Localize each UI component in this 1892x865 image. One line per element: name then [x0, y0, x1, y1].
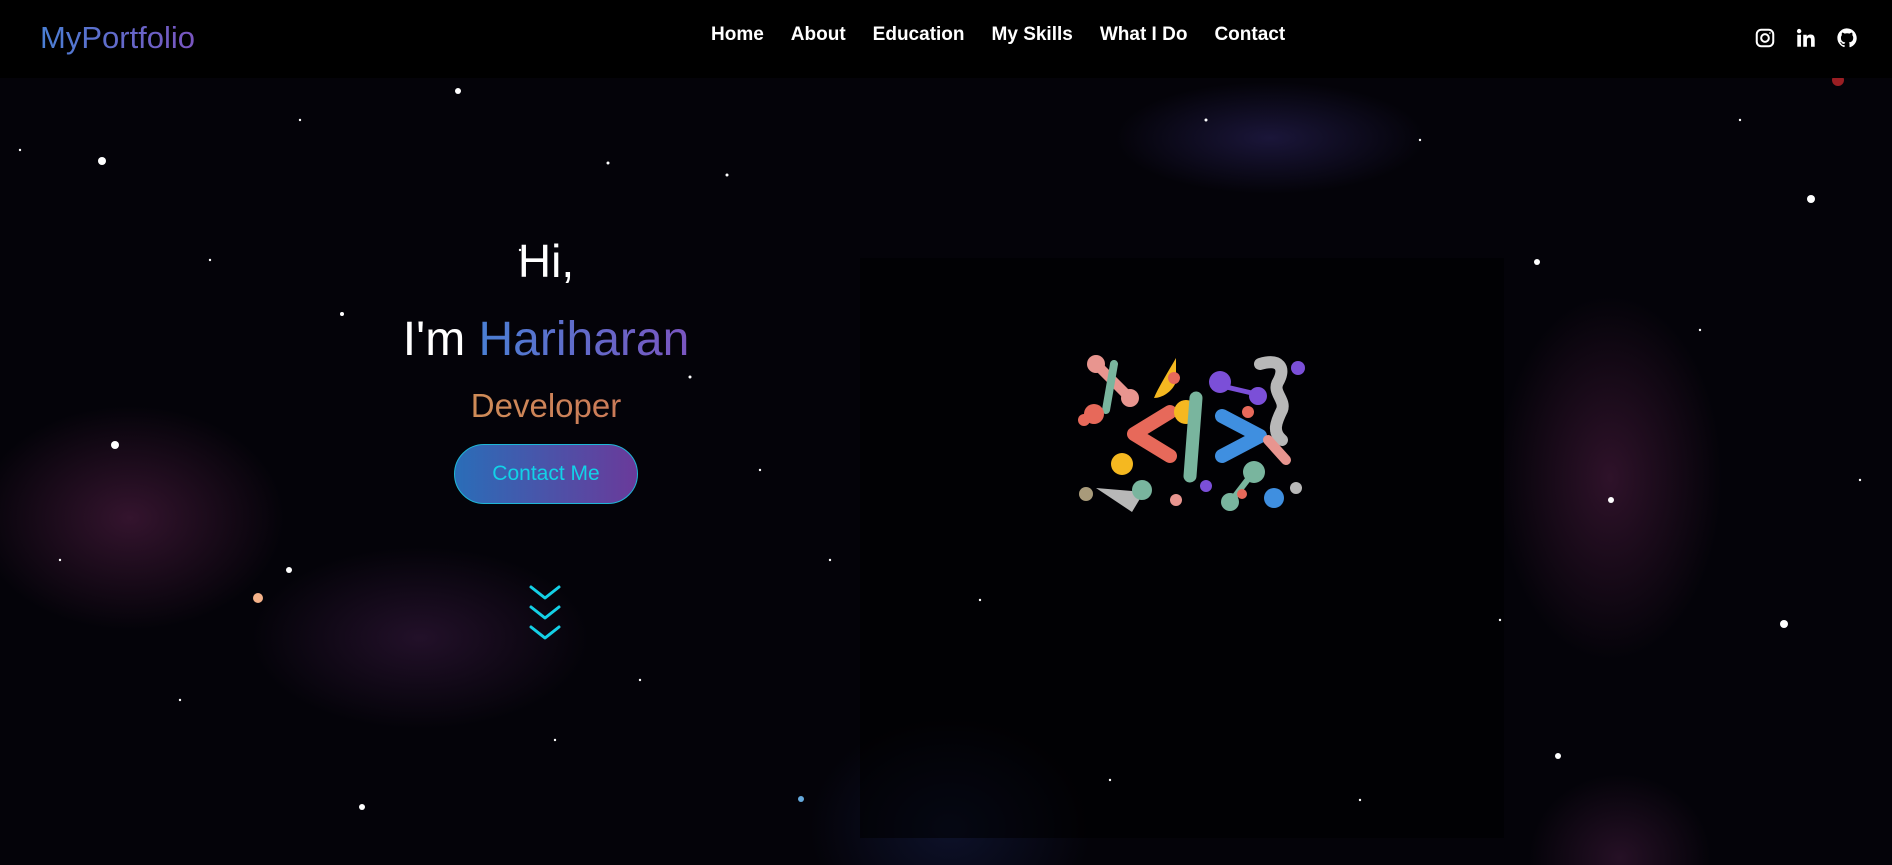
social-links [1754, 27, 1858, 49]
intro-prefix: I'm [402, 313, 466, 366]
hero-intro: I'm Hariharan [330, 310, 762, 370]
stars-layer [18, 74, 1862, 810]
linkedin-icon[interactable] [1795, 27, 1817, 49]
hero-name: Hariharan [478, 313, 690, 366]
nav-what-i-do[interactable]: What I Do [1100, 24, 1188, 46]
hero-role: Developer [330, 384, 762, 428]
nav-about[interactable]: About [791, 24, 846, 46]
hero-section: Hi, I'm Hariharan Developer Contact Me [330, 232, 762, 504]
github-icon[interactable] [1836, 27, 1858, 49]
contact-me-button[interactable]: Contact Me [454, 444, 638, 504]
instagram-icon[interactable] [1754, 27, 1776, 49]
site-logo[interactable]: MyPortfolio [40, 20, 195, 56]
nav-education[interactable]: Education [873, 24, 965, 46]
nav-contact[interactable]: Contact [1214, 24, 1285, 46]
portfolio-page: MyPortfolio Home About Education My Skil… [0, 0, 1892, 865]
chevrons-down-icon[interactable] [528, 583, 562, 645]
nav-my-skills[interactable]: My Skills [992, 24, 1073, 46]
code-brackets-illustration [1072, 352, 1312, 524]
navbar: MyPortfolio Home About Education My Skil… [0, 0, 1892, 78]
nav-home[interactable]: Home [711, 24, 764, 46]
main-nav: Home About Education My Skills What I Do… [711, 24, 1312, 46]
hero-greeting: Hi, [517, 235, 575, 287]
